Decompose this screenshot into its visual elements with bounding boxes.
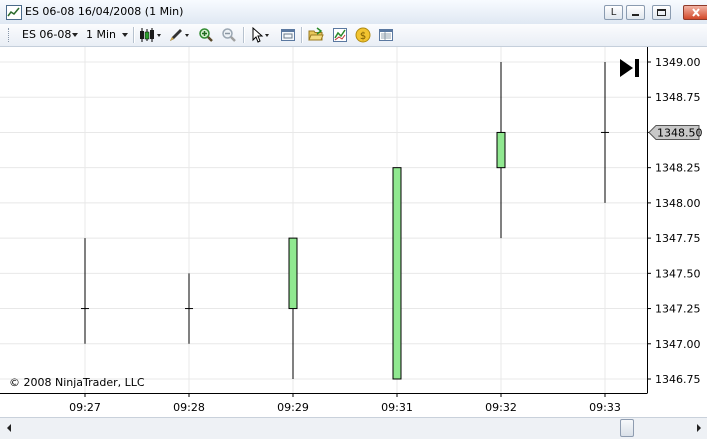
chart-app-icon	[6, 5, 22, 20]
time-tick-label: 09:27	[69, 401, 101, 414]
toolbar-separator	[301, 27, 303, 43]
time-tick-label: 09:29	[277, 401, 309, 414]
scroll-left-icon[interactable]	[2, 420, 16, 436]
time-tick-label: 09:33	[589, 401, 621, 414]
price-tick-label: 1349.00	[655, 56, 701, 69]
time-tick-label: 09:31	[381, 401, 413, 414]
chart-toolbar: ES 06-08 1 Min $	[0, 24, 707, 47]
window-title: ES 06-08 16/04/2008 (1 Min)	[25, 5, 184, 18]
interval-selector[interactable]: 1 Min	[86, 28, 116, 41]
toolbar-separator	[133, 27, 135, 43]
svg-text:$: $	[360, 31, 366, 42]
folder-icon[interactable]	[308, 27, 324, 43]
price-tick-label: 1347.75	[655, 232, 701, 245]
horizontal-scrollbar[interactable]	[0, 417, 707, 439]
price-tick-label: 1346.75	[655, 373, 701, 386]
candle-body[interactable]	[288, 237, 298, 310]
indicators-icon[interactable]	[332, 27, 348, 43]
maximize-button[interactable]	[652, 5, 671, 20]
link-button[interactable]: L	[604, 5, 623, 20]
minimize-button[interactable]	[626, 5, 645, 20]
data-box-icon[interactable]	[378, 27, 394, 43]
chart-panel[interactable]: 1349.00 1348.75 1348.50 1348.25 1348.00 1347.…	[0, 47, 707, 417]
properties-icon[interactable]	[280, 27, 296, 43]
price-tick-label: 1348.75	[655, 91, 701, 104]
strategies-icon[interactable]: $	[355, 27, 371, 43]
candle-body[interactable]	[392, 167, 402, 380]
cursor-icon[interactable]	[250, 26, 274, 43]
price-tick-label: 1348.00	[655, 197, 701, 210]
scrollbar-thumb[interactable]	[620, 419, 634, 437]
draw-tools-icon[interactable]	[168, 27, 192, 43]
window-titlebar: ES 06-08 16/04/2008 (1 Min) L	[0, 0, 707, 25]
time-tick-label: 09:28	[173, 401, 205, 414]
time-tick-label: 09:32	[485, 401, 517, 414]
instrument-dropdown-icon[interactable]	[72, 33, 78, 37]
copyright-label: © 2008 NinjaTrader, LLC	[9, 376, 145, 389]
interval-dropdown-icon[interactable]	[122, 33, 128, 37]
zoom-in-icon[interactable]	[198, 27, 214, 43]
last-price-label: 1348.50	[657, 126, 703, 139]
toolbar-grip[interactable]	[8, 28, 12, 42]
close-button[interactable]	[683, 5, 707, 20]
price-tick-label: 1348.25	[655, 162, 701, 175]
price-tick-label: 1347.00	[655, 338, 701, 351]
instrument-selector[interactable]: ES 06-08	[22, 28, 71, 41]
toolbar-separator	[243, 27, 245, 43]
scroll-right-icon[interactable]	[692, 420, 706, 436]
zoom-out-icon[interactable]	[221, 27, 237, 43]
price-tick-label: 1347.50	[655, 267, 701, 280]
candle-body[interactable]	[496, 131, 506, 169]
price-chart[interactable]: 1349.00 1348.75 1348.50 1348.25 1348.00 1347.…	[0, 47, 707, 417]
price-tick-label: 1347.25	[655, 303, 701, 316]
candlestick-style-icon[interactable]	[139, 27, 163, 43]
